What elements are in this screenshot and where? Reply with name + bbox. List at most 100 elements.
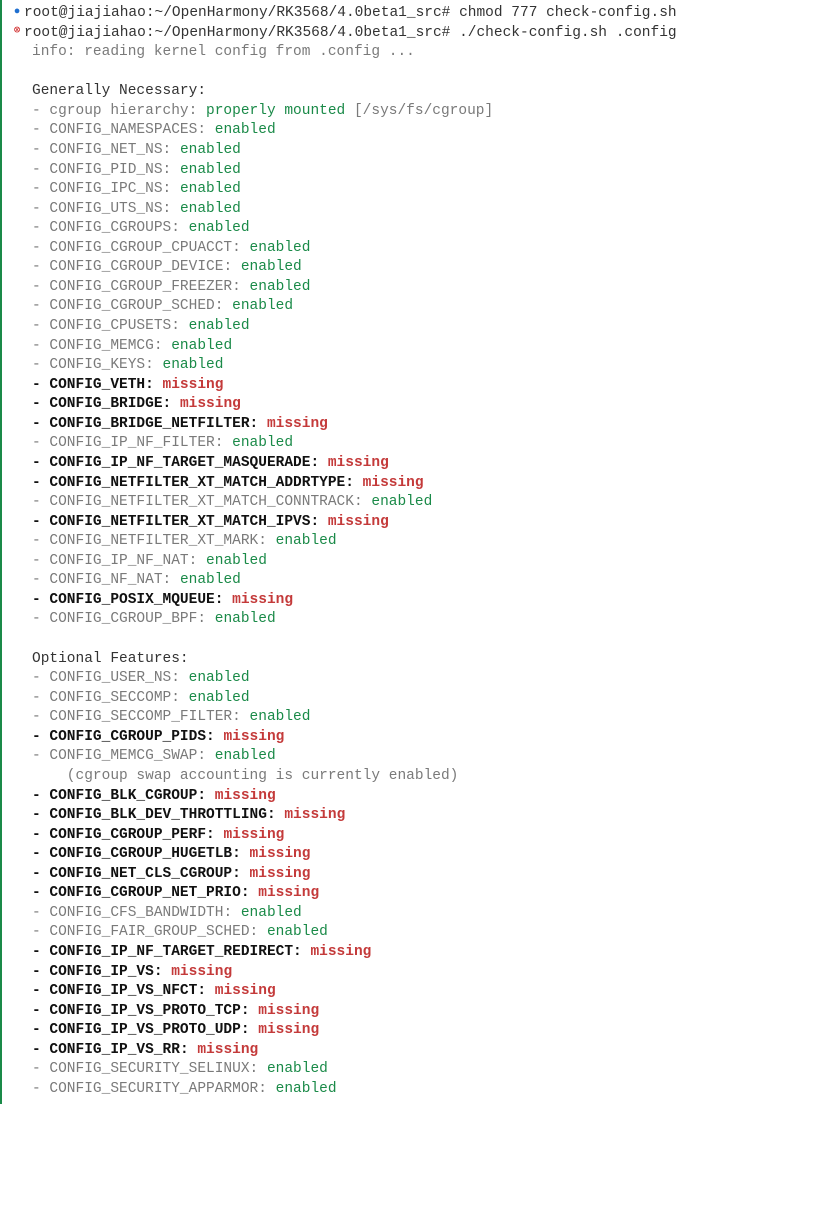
colon: : [241,1022,258,1038]
colon: : [163,201,180,217]
dash: - [32,788,49,804]
dash: - [32,611,49,627]
cgroup-prefix: - cgroup hierarchy: [32,103,206,119]
config-name: CONFIG_BRIDGE [49,396,162,412]
status-missing: missing [258,1003,319,1019]
colon: : [163,181,180,197]
colon: : [154,964,171,980]
dash: - [32,338,49,354]
config-item-line: - CONFIG_IP_VS: missing [10,963,812,983]
dash: - [32,866,49,882]
config-name: CONFIG_VETH [49,377,145,393]
config-item-line: - CONFIG_BRIDGE: missing [10,395,812,415]
dash: - [32,416,49,432]
colon: : [310,514,327,530]
status-missing: missing [223,827,284,843]
colon: : [189,553,206,569]
cgroup-suffix: [/sys/fs/cgroup] [345,103,493,119]
config-item-line: - CONFIG_MEMCG_SWAP: enabled [10,747,812,767]
config-item-line: - CONFIG_POSIX_MQUEUE: missing [10,591,812,611]
status-enabled: enabled [189,690,250,706]
config-item-line: - CONFIG_NF_NAT: enabled [10,571,812,591]
colon: : [154,338,171,354]
colon: : [171,220,188,236]
config-item-line: - CONFIG_NETFILTER_XT_MATCH_CONNTRACK: e… [10,493,812,513]
status-missing: missing [232,592,293,608]
status-enabled: enabled [189,670,250,686]
config-name: CONFIG_IP_NF_NAT [49,553,188,569]
status-enabled: enabled [171,338,232,354]
dash: - [32,162,49,178]
dash: - [32,1061,49,1077]
dash: - [32,475,49,491]
config-name: CONFIG_CGROUP_NET_PRIO [49,885,240,901]
info-line: info: reading kernel config from .config… [10,43,812,63]
config-item-line: - CONFIG_CGROUP_FREEZER: enabled [10,278,812,298]
status-missing: missing [215,983,276,999]
config-item-line: - CONFIG_IP_VS_PROTO_UDP: missing [10,1021,812,1041]
status-enabled: enabled [250,240,311,256]
config-name: CONFIG_IP_NF_TARGET_MASQUERADE [49,455,310,471]
dash: - [32,201,49,217]
colon: : [171,318,188,334]
config-name: CONFIG_IP_NF_TARGET_REDIRECT [49,944,293,960]
status-enabled: enabled [250,279,311,295]
dash: - [32,435,49,451]
colon: : [171,690,188,706]
colon: : [163,396,180,412]
status-missing: missing [250,866,311,882]
dash: - [32,318,49,334]
config-item-line: - CONFIG_BLK_CGROUP: missing [10,787,812,807]
shell-prompt: root@jiajiahao:~/OpenHarmony/RK3568/4.0b… [24,25,459,41]
config-name: CONFIG_IP_VS_RR [49,1042,180,1058]
config-name: CONFIG_CGROUPS [49,220,171,236]
status-enabled: enabled [189,318,250,334]
config-name: CONFIG_NETFILTER_XT_MATCH_IPVS [49,514,310,530]
dash: - [32,181,49,197]
config-item-line: - CONFIG_CGROUP_HUGETLB: missing [10,845,812,865]
colon: : [258,533,275,549]
status-missing: missing [180,396,241,412]
config-item-line: - CONFIG_SECURITY_SELINUX: enabled [10,1060,812,1080]
status-enabled: enabled [215,122,276,138]
colon: : [250,924,267,940]
colon: : [197,983,214,999]
config-name: CONFIG_IP_VS_PROTO_TCP [49,1003,240,1019]
status-missing: missing [267,416,328,432]
status-enabled: enabled [232,435,293,451]
config-item-line: - CONFIG_MEMCG: enabled [10,337,812,357]
dash: - [32,122,49,138]
dash: - [32,1003,49,1019]
blank-line [10,630,812,650]
colon: : [145,377,162,393]
colon: : [232,846,249,862]
generally-necessary-list: - CONFIG_NAMESPACES: enabled- CONFIG_NET… [10,121,812,630]
config-item-line: - CONFIG_FAIR_GROUP_SCHED: enabled [10,923,812,943]
dash: - [32,964,49,980]
config-name: CONFIG_IP_VS_PROTO_UDP [49,1022,240,1038]
status-enabled: enabled [232,298,293,314]
config-name: CONFIG_BRIDGE_NETFILTER [49,416,249,432]
status-missing: missing [197,1042,258,1058]
status-enabled: enabled [276,533,337,549]
config-name: CONFIG_CGROUP_HUGETLB [49,846,232,862]
terminal-output[interactable]: ●root@jiajiahao:~/OpenHarmony/RK3568/4.0… [10,4,812,1100]
config-item-line: - CONFIG_CGROUP_SCHED: enabled [10,297,812,317]
status-enabled: enabled [180,181,241,197]
config-item-line: - CONFIG_CGROUP_BPF: enabled [10,610,812,630]
colon: : [163,572,180,588]
config-item-line: - CONFIG_NET_CLS_CGROUP: missing [10,865,812,885]
status-enabled: enabled [180,142,241,158]
dash: - [32,885,49,901]
dash: - [32,709,49,725]
config-item-line: - CONFIG_CGROUP_CPUACCT: enabled [10,239,812,259]
colon: : [250,416,267,432]
dash: - [32,1042,49,1058]
config-name: CONFIG_USER_NS [49,670,171,686]
dash: - [32,944,49,960]
status-missing: missing [163,377,224,393]
config-name: CONFIG_CFS_BANDWIDTH [49,905,223,921]
cgroup-status: properly mounted [206,103,345,119]
config-item-line: - CONFIG_CGROUPS: enabled [10,219,812,239]
dash: - [32,220,49,236]
